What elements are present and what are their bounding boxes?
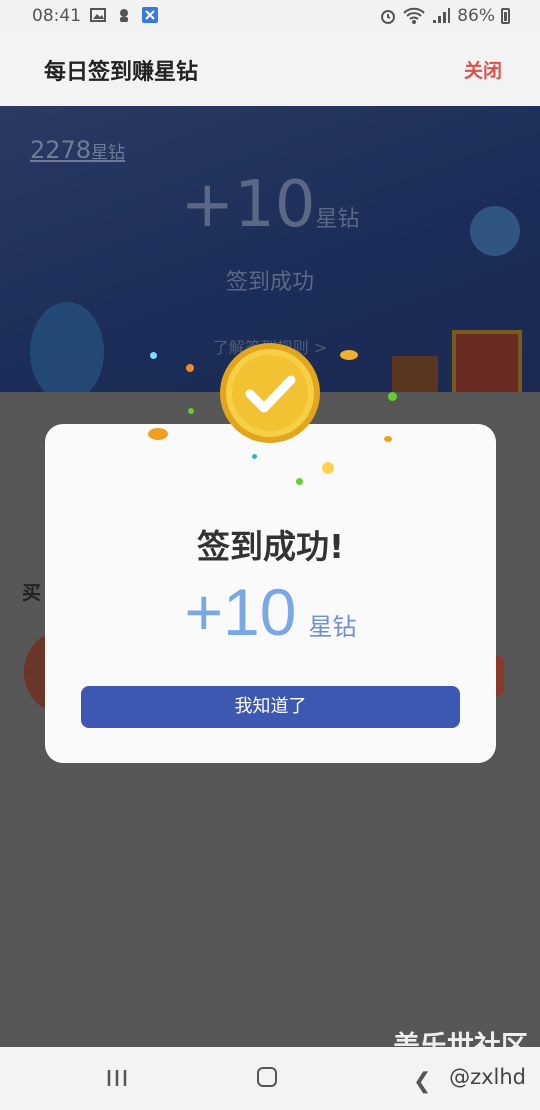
signal-icon bbox=[433, 8, 451, 23]
image-icon bbox=[90, 8, 106, 22]
success-dialog: 签到成功! +10 星钻 我知道了 bbox=[45, 424, 496, 763]
dialog-amount-value: +10 bbox=[184, 575, 297, 649]
watermark-handle: @zxlhd bbox=[449, 1065, 526, 1089]
notification-icon bbox=[120, 9, 128, 22]
back-icon[interactable]: ❮ bbox=[413, 1069, 431, 1094]
system-nav-bar: ❮ @zxlhd bbox=[0, 1047, 540, 1110]
home-icon[interactable] bbox=[257, 1067, 277, 1087]
confetti-icon bbox=[186, 364, 194, 372]
got-it-button[interactable]: 我知道了 bbox=[81, 686, 460, 728]
confetti-icon bbox=[388, 392, 397, 401]
close-button[interactable]: 关闭 bbox=[464, 56, 502, 83]
banner-status: 签到成功 bbox=[225, 270, 314, 295]
balance-value: 2278 bbox=[30, 136, 92, 164]
star-diamond-balance[interactable]: 2278星钻 bbox=[30, 136, 125, 164]
banner-amount-unit: 星钻 bbox=[315, 207, 360, 232]
confetti-icon bbox=[340, 350, 358, 360]
page-title: 每日签到赚星钻 bbox=[44, 60, 199, 85]
battery-percent: 86% bbox=[457, 6, 495, 26]
dialog-title: 签到成功! bbox=[196, 527, 345, 566]
confetti-icon bbox=[296, 478, 303, 485]
confetti-icon bbox=[188, 408, 194, 414]
alarm-icon bbox=[381, 10, 396, 24]
confetti-icon bbox=[384, 436, 392, 442]
confetti-icon bbox=[148, 428, 168, 440]
status-time: 08:41 bbox=[32, 6, 81, 26]
status-bar: 08:41 86% bbox=[0, 0, 540, 32]
confetti-icon bbox=[252, 454, 257, 459]
balance-unit: 星钻 bbox=[91, 143, 126, 163]
banner-amount: +10星钻 bbox=[0, 168, 540, 242]
app-icon bbox=[142, 7, 158, 23]
gift-icon bbox=[392, 356, 438, 392]
checkmark-coin-icon bbox=[220, 343, 320, 443]
status-right: 86% bbox=[379, 6, 510, 26]
banner-amount-value: +10 bbox=[180, 168, 316, 242]
confetti-icon bbox=[322, 462, 334, 474]
wifi-icon bbox=[403, 7, 425, 24]
dialog-amount: +10 星钻 bbox=[45, 574, 496, 650]
recent-apps-icon[interactable] bbox=[106, 1069, 128, 1087]
battery-icon bbox=[501, 8, 510, 24]
section-heading: 买 bbox=[22, 582, 42, 604]
app-header: 每日签到赚星钻 关闭 bbox=[0, 32, 540, 106]
dialog-amount-unit: 星钻 bbox=[308, 613, 357, 641]
confetti-icon bbox=[150, 352, 157, 359]
